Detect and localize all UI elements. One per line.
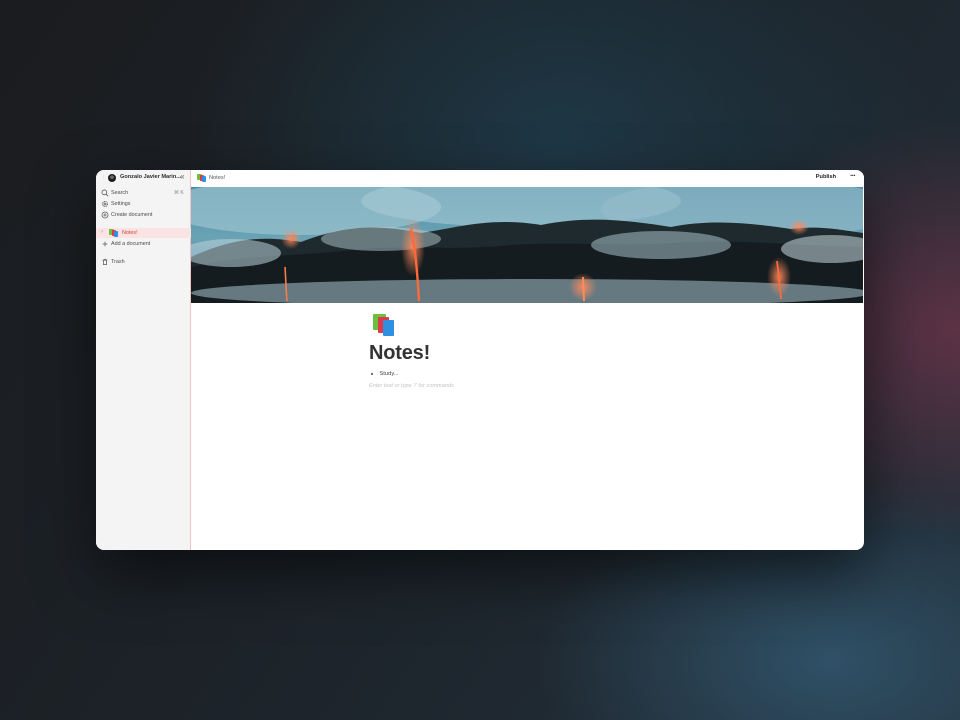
topbar: Notes! Publish ··· <box>191 170 864 187</box>
plus-icon <box>102 241 108 247</box>
sidebar-item-settings[interactable]: Settings <box>96 199 191 209</box>
document-body: Notes! Study... Enter text or type '/' f… <box>369 312 689 389</box>
drag-handle-icon[interactable]: ⋮ <box>101 175 106 180</box>
sidebar-item-create-document[interactable]: Create document <box>96 210 191 220</box>
list-item[interactable]: Study... <box>369 371 689 377</box>
sidebar-item-add-document[interactable]: Add a document <box>96 239 191 249</box>
trash-icon <box>102 258 108 265</box>
chevron-right-icon[interactable]: › <box>101 229 103 235</box>
workspace-name: Gonzalo Javier Marin... <box>120 174 181 180</box>
sidebar-item-label: Settings <box>111 201 131 207</box>
publish-button[interactable]: Publish <box>816 174 836 180</box>
main-content: Notes! Publish ··· Notes! Study... Enter… <box>191 170 864 550</box>
keyboard-shortcut: ⌘ K <box>174 190 184 196</box>
books-icon <box>197 174 206 182</box>
bullet-icon <box>371 372 374 376</box>
breadcrumb[interactable]: Notes! <box>197 174 225 182</box>
list-item-text: Study... <box>379 371 399 377</box>
books-icon <box>109 229 119 237</box>
sidebar-document-notes[interactable]: › Notes! <box>96 228 191 238</box>
sidebar-item-label: Add a document <box>111 241 151 247</box>
sidebar-item-label: Create document <box>111 212 153 218</box>
sidebar-item-label: Notes! <box>122 230 138 236</box>
workspace-switcher[interactable]: ⋮ Gonzalo Javier Marin... « <box>96 173 191 184</box>
plus-circle-icon <box>101 211 109 219</box>
cover-image[interactable] <box>191 187 863 303</box>
sidebar-item-label: Trash <box>111 259 125 265</box>
lava-landscape-image <box>191 187 863 303</box>
sidebar: ⋮ Gonzalo Javier Marin... « Search ⌘ K S… <box>96 170 191 550</box>
more-options-icon[interactable]: ··· <box>850 171 856 180</box>
breadcrumb-label: Notes! <box>209 175 226 181</box>
avatar <box>108 174 116 182</box>
sidebar-item-search[interactable]: Search ⌘ K <box>96 188 191 198</box>
sidebar-item-label: Search <box>111 190 129 196</box>
app-window: ⋮ Gonzalo Javier Marin... « Search ⌘ K S… <box>96 170 864 550</box>
search-icon <box>101 189 109 197</box>
sidebar-item-trash[interactable]: Trash <box>96 257 191 267</box>
document-icon[interactable] <box>369 312 397 338</box>
page-title[interactable]: Notes! <box>369 343 689 363</box>
gear-icon <box>102 201 108 207</box>
editor-placeholder[interactable]: Enter text or type '/' for commands <box>369 383 689 389</box>
collapse-sidebar-icon[interactable]: « <box>180 173 184 181</box>
